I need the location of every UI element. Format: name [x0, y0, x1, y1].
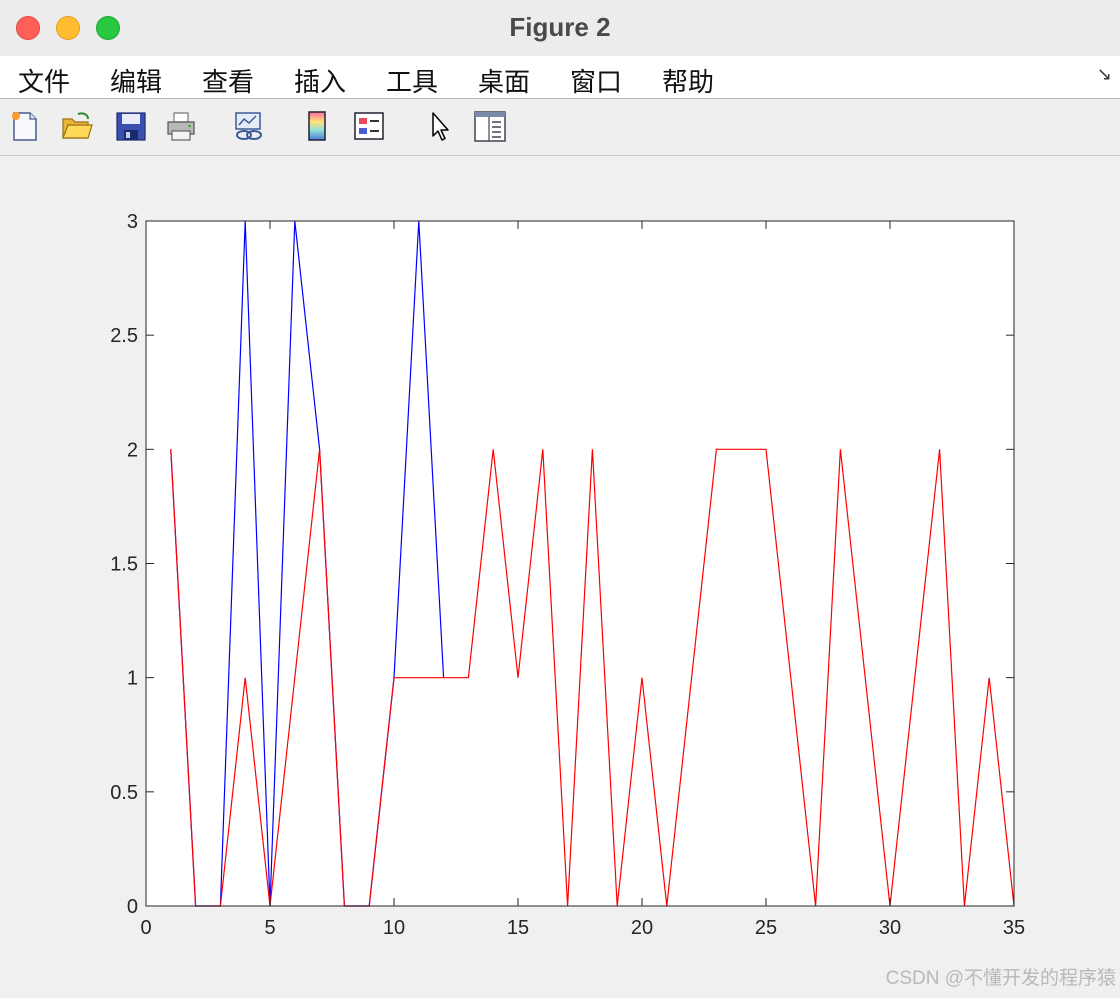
y-tick-label: 0: [127, 896, 138, 918]
link-plot-icon[interactable]: [232, 109, 266, 143]
menu-window[interactable]: 窗口: [570, 62, 622, 99]
figure-canvas: 0 5 10 15 20 25 30 35 0 0.5 1 1.5 2 2.5 3 CSDN @不懂开发的程…: [0, 156, 1120, 998]
tool-bar: [0, 99, 1120, 156]
menu-edit[interactable]: 编辑: [110, 62, 162, 99]
menu-desktop[interactable]: 桌面: [478, 62, 530, 99]
figure-window: Figure 2 文件 编辑 查看 插入 工具 桌面 窗口 帮助 ↘ 0 5 1…: [0, 0, 1120, 998]
menu-file[interactable]: 文件: [18, 62, 70, 99]
x-tick-label: 5: [264, 917, 275, 939]
title-bar: Figure 2: [0, 0, 1120, 57]
save-icon[interactable]: [114, 109, 148, 143]
menu-help[interactable]: 帮助: [662, 62, 714, 99]
window-title: Figure 2: [509, 12, 611, 42]
x-tick-label: 10: [383, 917, 405, 939]
property-inspector-icon[interactable]: [472, 109, 506, 143]
print-icon[interactable]: [164, 109, 198, 143]
y-tick-label: 2: [127, 439, 138, 461]
y-tick-label: 1: [127, 668, 138, 690]
menu-insert[interactable]: 插入: [294, 62, 346, 99]
x-tick-label: 20: [631, 917, 653, 939]
x-tick-label: 15: [507, 917, 529, 939]
y-tick-label: 0.5: [110, 782, 138, 804]
x-tick-label: 0: [140, 917, 151, 939]
y-tick-label: 1.5: [110, 554, 138, 576]
axes-background: [146, 221, 1014, 906]
x-tick-label: 35: [1003, 917, 1025, 939]
open-file-icon[interactable]: [60, 109, 94, 143]
y-tick-label: 2.5: [110, 325, 138, 347]
menu-tools[interactable]: 工具: [386, 62, 438, 99]
new-figure-icon[interactable]: [8, 109, 42, 143]
pointer-icon[interactable]: [424, 109, 458, 143]
insert-legend-icon[interactable]: [352, 109, 386, 143]
x-tick-label: 30: [879, 917, 901, 939]
menu-bar: 文件 编辑 查看 插入 工具 桌面 窗口 帮助 ↘: [0, 56, 1120, 99]
line-chart[interactable]: 0 5 10 15 20 25 30 35 0 0.5 1 1.5 2 2.5 3: [0, 156, 1120, 998]
watermark: CSDN @不懂开发的程序猿: [885, 968, 1116, 989]
x-tick-label: 25: [755, 917, 777, 939]
dock-arrow-icon[interactable]: ↘: [1097, 64, 1112, 85]
menu-view[interactable]: 查看: [202, 62, 254, 99]
insert-colorbar-icon[interactable]: [300, 109, 334, 143]
y-tick-label: 3: [127, 211, 138, 233]
